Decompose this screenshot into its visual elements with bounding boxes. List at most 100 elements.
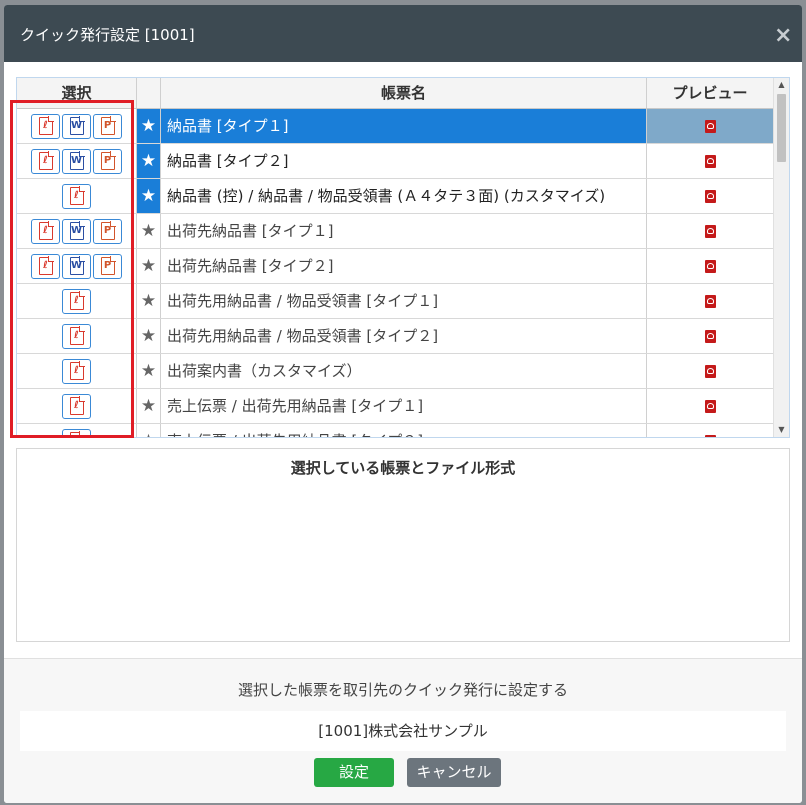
preview-cell — [647, 319, 773, 353]
pdf-file-icon: ℓ — [69, 431, 85, 437]
scroll-up-arrow[interactable]: ▲ — [774, 78, 789, 92]
form-name: 売上伝票 / 出荷先用納品書 [タイプ１] — [161, 389, 647, 423]
ppt-format-button[interactable]: P — [93, 113, 122, 139]
word-file-icon: W — [69, 221, 85, 240]
pdf-preview-icon[interactable] — [704, 154, 716, 168]
pdf-format-button[interactable]: ℓ — [31, 253, 60, 279]
favorite-star-icon[interactable]: ★ — [137, 249, 161, 283]
selected-forms-panel: 選択している帳票とファイル形式 — [16, 448, 790, 642]
form-name: 出荷先用納品書 / 物品受領書 [タイプ１] — [161, 284, 647, 318]
format-select-cell: ℓWP — [17, 249, 137, 283]
table-row[interactable]: ℓ W P ★ 出荷先納品書 [タイプ１] — [17, 214, 773, 249]
table-row[interactable]: ℓ W P ★ 納品書 [タイプ１] — [17, 109, 773, 144]
pdf-file-icon: ℓ — [69, 326, 85, 345]
pdf-format-button[interactable]: ℓ — [31, 113, 60, 139]
preview-cell — [647, 109, 773, 143]
pdf-preview-icon[interactable] — [704, 329, 716, 343]
quick-issue-dialog: クイック発行設定 [1001] × 選択 帳票名 プレビュー ℓ W P ★ 納品書 [… — [4, 5, 802, 803]
favorite-star-icon[interactable]: ★ — [137, 389, 161, 423]
pdf-preview-icon[interactable] — [704, 364, 716, 378]
pdf-preview-icon[interactable] — [704, 434, 716, 437]
word-format-button[interactable]: W — [62, 253, 91, 279]
save-button[interactable]: 設定 — [314, 758, 394, 787]
form-name: 納品書 [タイプ２] — [161, 144, 647, 178]
form-name: 納品書 (控) / 納品書 / 物品受領書 (Ａ４タテ３面) (カスタマイズ) — [161, 179, 647, 213]
favorite-star-icon[interactable]: ★ — [137, 214, 161, 248]
favorite-star-icon[interactable]: ★ — [137, 354, 161, 388]
favorite-star-icon[interactable]: ★ — [137, 144, 161, 178]
pdf-preview-icon[interactable] — [704, 224, 716, 238]
pdf-format-button[interactable]: ℓ — [31, 218, 60, 244]
form-name: 納品書 [タイプ１] — [161, 109, 647, 143]
word-format-button[interactable]: W — [62, 148, 91, 174]
pdf-file-icon: ℓ — [69, 396, 85, 415]
pdf-file-icon: ℓ — [69, 361, 85, 380]
pdf-file-icon: ℓ — [38, 256, 54, 275]
pdf-preview-icon[interactable] — [704, 399, 716, 413]
ppt-file-icon: P — [100, 116, 116, 135]
table-scrollbar[interactable]: ▲ ▼ — [773, 78, 789, 437]
ppt-format-button[interactable]: P — [93, 218, 122, 244]
cancel-button[interactable]: キャンセル — [407, 758, 501, 787]
form-name: 売上伝票 / 出荷先用納品書 [タイプ２] — [161, 424, 647, 437]
pdf-format-button[interactable]: ℓ — [31, 148, 60, 174]
favorite-star-icon[interactable]: ★ — [137, 424, 161, 437]
table-header: 選択 帳票名 プレビュー — [17, 78, 773, 109]
favorite-star-icon[interactable]: ★ — [137, 319, 161, 353]
format-select-cell: ℓ — [17, 389, 137, 423]
dialog-title: クイック発行設定 [1001] — [20, 26, 195, 44]
pdf-file-icon: ℓ — [38, 116, 54, 135]
favorite-star-icon[interactable]: ★ — [137, 109, 161, 143]
header-select: 選択 — [17, 78, 137, 108]
pdf-preview-icon[interactable] — [704, 119, 716, 133]
pdf-format-button[interactable]: ℓ — [62, 393, 91, 419]
preview-cell — [647, 354, 773, 388]
table-row[interactable]: ℓ ★ 売上伝票 / 出荷先用納品書 [タイプ１] — [17, 389, 773, 424]
ppt-file-icon: P — [100, 256, 116, 275]
ppt-file-icon: P — [100, 221, 116, 240]
format-select-cell: ℓ — [17, 424, 137, 437]
format-select-cell: ℓ — [17, 319, 137, 353]
pdf-preview-icon[interactable] — [704, 259, 716, 273]
table-row[interactable]: ℓ W P ★ 出荷先納品書 [タイプ２] — [17, 249, 773, 284]
word-file-icon: W — [69, 151, 85, 170]
pdf-preview-icon[interactable] — [704, 189, 716, 203]
table-row[interactable]: ℓ W P ★ 納品書 [タイプ２] — [17, 144, 773, 179]
table-row[interactable]: ℓ ★ 出荷先用納品書 / 物品受領書 [タイプ２] — [17, 319, 773, 354]
form-name: 出荷先納品書 [タイプ２] — [161, 249, 647, 283]
scroll-down-arrow[interactable]: ▼ — [774, 423, 789, 437]
word-file-icon: W — [69, 256, 85, 275]
preview-cell — [647, 179, 773, 213]
word-format-button[interactable]: W — [62, 218, 91, 244]
pdf-preview-icon[interactable] — [704, 294, 716, 308]
pdf-file-icon: ℓ — [38, 221, 54, 240]
close-icon[interactable]: × — [774, 25, 792, 47]
pdf-format-button[interactable]: ℓ — [62, 323, 91, 349]
format-select-cell: ℓWP — [17, 144, 137, 178]
selected-forms-title: 選択している帳票とファイル形式 — [290, 459, 516, 477]
pdf-file-icon: ℓ — [69, 291, 85, 310]
footer-caption: 選択した帳票を取引先のクイック発行に設定する — [237, 681, 568, 699]
form-table: 選択 帳票名 プレビュー ℓ W P ★ 納品書 [タイプ１] ℓ W P ★ 納品書 [タイプ２… — [16, 77, 790, 438]
format-select-cell: ℓ — [17, 284, 137, 318]
table-row[interactable]: ℓ ★ 納品書 (控) / 納品書 / 物品受領書 (Ａ４タテ３面) (カスタマイズ… — [17, 179, 773, 214]
form-name: 出荷先納品書 [タイプ１] — [161, 214, 647, 248]
ppt-format-button[interactable]: P — [93, 148, 122, 174]
format-select-cell: ℓWP — [17, 109, 137, 143]
preview-cell — [647, 389, 773, 423]
format-select-cell: ℓ — [17, 179, 137, 213]
pdf-format-button[interactable]: ℓ — [62, 428, 91, 437]
pdf-format-button[interactable]: ℓ — [62, 183, 91, 209]
ppt-format-button[interactable]: P — [93, 253, 122, 279]
pdf-format-button[interactable]: ℓ — [62, 358, 91, 384]
scroll-thumb[interactable] — [777, 94, 786, 162]
favorite-star-icon[interactable]: ★ — [137, 284, 161, 318]
favorite-star-icon[interactable]: ★ — [137, 179, 161, 213]
dialog-header: クイック発行設定 [1001] × — [4, 5, 802, 62]
table-row[interactable]: ℓ ★売上伝票 / 出荷先用納品書 [タイプ２] — [17, 424, 773, 437]
preview-cell — [647, 249, 773, 283]
word-format-button[interactable]: W — [62, 113, 91, 139]
table-row[interactable]: ℓ ★ 出荷案内書（カスタマイズ） — [17, 354, 773, 389]
pdf-format-button[interactable]: ℓ — [62, 288, 91, 314]
table-row[interactable]: ℓ ★ 出荷先用納品書 / 物品受領書 [タイプ１] — [17, 284, 773, 319]
